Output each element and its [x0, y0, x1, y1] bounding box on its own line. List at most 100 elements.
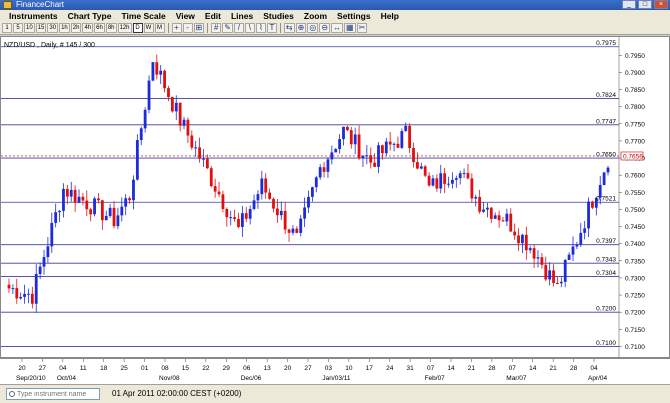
toolbar-button-27[interactable]: ↔	[331, 23, 344, 33]
price-tick-label: 0.7950	[625, 53, 645, 60]
instrument-search-input[interactable]	[6, 388, 100, 400]
candle-body	[571, 246, 575, 255]
menu-help[interactable]: Help	[376, 10, 404, 22]
toolbar-button-1[interactable]: 5	[13, 23, 23, 33]
toolbar-button-23[interactable]: ⇆	[283, 23, 295, 33]
day-tick-label: 27	[304, 365, 312, 372]
toolbar-separator	[167, 23, 169, 33]
menu-instruments[interactable]: Instruments	[4, 10, 63, 22]
candle-body	[295, 228, 299, 233]
level-label: 0.7397	[596, 238, 616, 245]
menu-zoom[interactable]: Zoom	[299, 10, 332, 22]
toolbar-button-9[interactable]: 8h	[105, 23, 117, 33]
candle-body	[548, 270, 552, 280]
menu-view[interactable]: View	[171, 10, 200, 22]
day-tick-label: 13	[264, 365, 272, 372]
toolbar-separator	[279, 23, 281, 33]
price-tick-label: 0.7400	[625, 241, 645, 248]
price-tick-label: 0.7750	[625, 121, 645, 128]
candle-body	[486, 207, 489, 210]
menu-edit[interactable]: Edit	[200, 10, 226, 22]
toolbar-button-5[interactable]: 1h	[59, 23, 70, 33]
candle-body	[591, 201, 594, 208]
chart-panel[interactable]: 0.7950 0.7900 0.7850 0.7800 0.7750 0.7700 0.76…	[0, 36, 670, 358]
toolbar-button-24[interactable]: ⊕	[295, 23, 307, 33]
candle-body	[419, 166, 423, 169]
candle-body	[388, 141, 392, 145]
candle-body	[244, 213, 248, 219]
candle-body	[279, 210, 283, 216]
toolbar-button-4[interactable]: 30	[47, 23, 59, 33]
candle-body	[556, 282, 559, 284]
toolbar-button-0[interactable]: 1	[2, 23, 12, 33]
candle-body	[532, 248, 536, 259]
menu-settings[interactable]: Settings	[332, 10, 376, 22]
candle-body	[116, 215, 120, 227]
price-tick-label: 0.7300	[625, 275, 645, 282]
candle-body	[19, 296, 23, 299]
price-chart[interactable]: 0.7950 0.7900 0.7850 0.7800 0.7750 0.7700 0.76…	[1, 37, 669, 357]
candle-body	[163, 70, 166, 89]
month-label: Oct/04	[57, 375, 77, 382]
candle-body	[275, 208, 279, 216]
candle-body	[423, 166, 427, 176]
toolbar-button-2[interactable]: 10	[24, 23, 35, 33]
close-button[interactable]: ×	[654, 0, 668, 9]
day-tick-label: 07	[427, 365, 435, 372]
toolbar-button-29[interactable]: ✂	[356, 23, 368, 33]
toolbar-button-11[interactable]: D	[132, 23, 143, 33]
menu-studies[interactable]: Studies	[258, 10, 299, 22]
day-tick-label: 25	[121, 365, 129, 372]
candle-body	[365, 155, 369, 157]
menu-lines[interactable]: Lines	[226, 10, 258, 22]
toolbar-button-16[interactable]: ⊞	[193, 23, 205, 33]
toolbar-button-3[interactable]: 15	[35, 23, 47, 33]
toolbar-button-10[interactable]: 12h	[117, 23, 132, 33]
toolbar-button-17[interactable]: #	[211, 23, 222, 33]
candle-body	[524, 234, 528, 251]
level-label: 0.7521	[596, 196, 616, 203]
toolbar-button-25[interactable]: ◎	[307, 23, 319, 33]
toolbar-button-28[interactable]: ▦	[344, 23, 356, 33]
toolbar-button-14[interactable]: +	[171, 23, 182, 33]
level-label: 0.7100	[596, 340, 616, 347]
candle-body	[299, 218, 303, 233]
toolbar-button-8[interactable]: 6h	[94, 23, 105, 33]
day-tick-label: 06	[243, 365, 251, 372]
menu-time-scale[interactable]: Time Scale	[116, 10, 170, 22]
toolbar-separator	[207, 23, 209, 33]
candle-body	[81, 196, 85, 201]
candle-body	[128, 198, 131, 201]
toolbar-button-26[interactable]: ⊖	[319, 23, 331, 33]
candle-body	[338, 139, 342, 150]
level-label: 0.7200	[596, 306, 616, 313]
candle-body	[377, 145, 380, 167]
candle-body	[544, 264, 548, 280]
candle-body	[579, 232, 583, 245]
menu-chart-type[interactable]: Chart Type	[63, 10, 117, 22]
candle-body	[501, 220, 505, 222]
toolbar-button-21[interactable]: ⌇	[255, 23, 266, 33]
toolbar-button-15[interactable]: -	[182, 23, 193, 33]
candle-body	[178, 102, 182, 126]
candle-body	[583, 228, 587, 233]
price-tick-label: 0.7600	[625, 173, 645, 180]
candle-body	[85, 200, 89, 210]
candle-body	[217, 191, 221, 195]
toolbar-button-12[interactable]: W	[143, 23, 154, 33]
toolbar-button-18[interactable]: ✎	[222, 23, 233, 33]
toolbar-button-19[interactable]: /	[233, 23, 244, 33]
toolbar-button-13[interactable]: M	[154, 23, 165, 33]
day-tick-label: 27	[39, 365, 47, 372]
candle-body	[497, 215, 501, 221]
minimize-button[interactable]: _	[622, 0, 636, 9]
level-label: 0.7304	[596, 270, 616, 277]
candle-body	[575, 244, 579, 247]
toolbar-button-22[interactable]: T	[266, 23, 277, 33]
toolbar-button-6[interactable]: 2h	[70, 23, 82, 33]
candle-body	[209, 168, 213, 187]
candle-body	[310, 187, 314, 197]
toolbar-button-7[interactable]: 4h	[82, 23, 94, 33]
toolbar-button-20[interactable]: \	[244, 23, 255, 33]
maximize-button[interactable]: □	[638, 0, 652, 9]
